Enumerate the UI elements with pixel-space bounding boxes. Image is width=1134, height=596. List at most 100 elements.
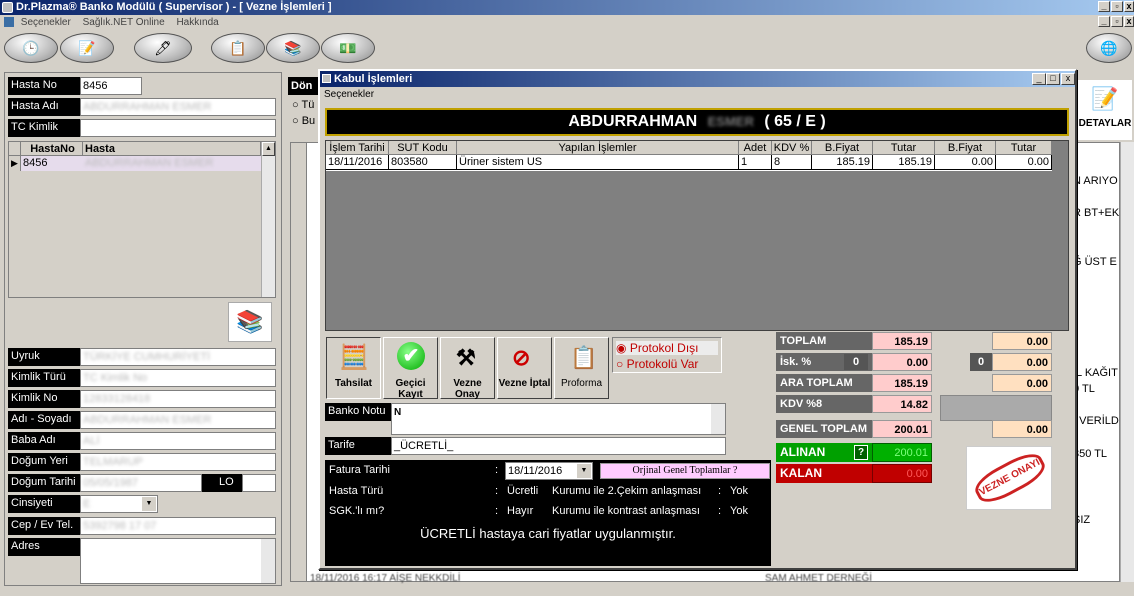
detaylar-button[interactable]: 📝 DETAYLAR: [1078, 80, 1132, 140]
toolbar-money-button[interactable]: 💵: [321, 33, 375, 63]
th-yapilan-islemler[interactable]: Yapılan İşlemler: [457, 141, 739, 155]
th-bfiyat[interactable]: B.Fiyat: [812, 141, 873, 155]
th-islem-tarihi[interactable]: İşlem Tarihi: [326, 141, 389, 155]
restore-icon[interactable]: ▫: [1111, 1, 1123, 12]
isk-pct-value-2[interactable]: 0: [970, 353, 992, 371]
lo-input[interactable]: [242, 474, 276, 492]
td-tutar: 185.19: [873, 155, 935, 170]
procedures-table: İşlem Tarihi SUT Kodu Yapılan İşlemler A…: [325, 140, 1069, 331]
menu-secenekler[interactable]: Seçenekler: [21, 17, 71, 28]
bg-bottom-row-2: SAM AHMET DERNEĞİ: [765, 573, 873, 584]
dialog-close-icon[interactable]: x: [1061, 73, 1075, 85]
grid-header-hastano[interactable]: HastaNo: [21, 142, 83, 156]
radio-tum-label: Tü: [301, 99, 315, 111]
close-icon[interactable]: x: [1124, 1, 1134, 12]
td-bfiyat-2: 0.00: [935, 155, 996, 170]
bg-bottom-row: 18/11/2016 16:17 AİŞE NEKKDİLİ: [310, 573, 461, 584]
genel-toplam-value-2: 0.00: [992, 420, 1052, 438]
radio-protokol-disi-label: Protokol Dışı: [629, 341, 699, 355]
grid-row-headers: [291, 143, 307, 581]
hasta-adi-input[interactable]: ABDURRAHMAN ESMER: [80, 98, 276, 116]
colon: :: [491, 461, 503, 480]
toolbar-report-button[interactable]: 📋: [211, 33, 265, 63]
orjinal-genel-toplamlar-button[interactable]: Orjinal Genel Toplamlar ?: [600, 463, 770, 479]
bg-text-3: Ğ ÜST E: [1073, 256, 1117, 268]
toolbar-pen-button[interactable]: 🖊: [134, 33, 192, 63]
tarife-input[interactable]: _ÜCRETLİ_: [391, 437, 726, 455]
dialog-menu-secenekler[interactable]: Seçenekler: [324, 89, 374, 101]
baba-adi-input[interactable]: ALİ: [80, 432, 276, 450]
gecici-kayit-button[interactable]: ✔ Geçici Kayıt: [383, 337, 438, 400]
globe-icon: 🌐: [1100, 39, 1118, 56]
toolbar-notes-button[interactable]: 📝: [60, 33, 114, 63]
radio-bugun[interactable]: ○ Bu: [292, 115, 315, 127]
dialog-minimize-icon[interactable]: _: [1032, 73, 1046, 85]
banko-notu-input[interactable]: N: [391, 403, 726, 435]
menu-saglik-online[interactable]: Sağlık.NET Online: [83, 17, 165, 28]
stamp-text: VEZNE ONAYI: [970, 447, 1050, 509]
th-kdv[interactable]: KDV %: [772, 141, 812, 155]
toplam-value: 185.19: [872, 332, 932, 350]
kimlik-turu-label: Kimlik Türü: [8, 369, 80, 387]
cinsiyeti-select[interactable]: E ▼: [80, 495, 158, 513]
child-close-icon[interactable]: x: [1124, 16, 1134, 27]
isk-pct-value[interactable]: 0: [844, 354, 868, 370]
isk-value-2: 0.00: [992, 353, 1052, 371]
table-row[interactable]: 18/11/2016 803580 Üriner sistem US 1 8 1…: [326, 155, 1052, 171]
kimlik-turu-input[interactable]: TC Kimlik No: [80, 369, 276, 387]
hasta-no-input[interactable]: 8456: [80, 77, 142, 95]
dogum-tarihi-input[interactable]: 05/05/1987: [80, 474, 202, 492]
tahsilat-button[interactable]: 🧮 Tahsilat: [326, 337, 381, 399]
toolbar-binders-button[interactable]: 📚: [266, 33, 320, 63]
cep-tel-input[interactable]: 5392798 17 07: [80, 517, 276, 535]
calculator-check-icon: 🧮: [339, 344, 369, 371]
grid-scrollbar[interactable]: ▲: [261, 142, 275, 297]
vezne-onay-button[interactable]: ⚒ Vezne Onay: [440, 337, 495, 400]
banko-notu-scrollbar[interactable]: [711, 404, 725, 434]
alinan-help-button[interactable]: ?: [854, 445, 868, 460]
adi-soyadi-input[interactable]: ABDURRAHMAN ESMER: [80, 411, 276, 429]
adi-soyadi-value: ABDURRAHMAN ESMER: [83, 414, 212, 426]
th-tutar-2[interactable]: Tutar: [996, 141, 1052, 155]
radio-tum[interactable]: ○ Tü: [292, 99, 314, 111]
banko-notu-label: Banko Notu: [325, 403, 391, 421]
th-tutar[interactable]: Tutar: [873, 141, 935, 155]
dialog-maximize-icon[interactable]: □: [1046, 73, 1060, 85]
grid-header-hasta[interactable]: Hasta: [83, 142, 261, 156]
kimlik-no-input[interactable]: 12833128418: [80, 390, 276, 408]
chevron-down-icon: ▼: [142, 497, 156, 511]
sgk-value: Hayır: [503, 502, 547, 521]
child-restore-icon[interactable]: ▫: [1111, 16, 1123, 27]
th-bfiyat-2[interactable]: B.Fiyat: [935, 141, 996, 155]
radio-protokol-disi[interactable]: ◉ Protokol Dışı: [616, 341, 718, 355]
th-sut-kodu[interactable]: SUT Kodu: [389, 141, 457, 155]
scroll-up-icon[interactable]: ▲: [262, 142, 275, 156]
binders-button[interactable]: 📚: [228, 302, 272, 342]
th-adet[interactable]: Adet: [739, 141, 772, 155]
minimize-icon[interactable]: _: [1098, 1, 1110, 12]
vezne-iptal-button[interactable]: ⊘ Vezne İptal: [497, 337, 552, 399]
table-row[interactable]: 8456 ABDURRAHMAN ESMER: [21, 156, 261, 171]
toolbar-clock-button[interactable]: 🕒: [4, 33, 58, 63]
adres-input[interactable]: [80, 538, 276, 584]
edit-icon: 📝: [1091, 86, 1119, 111]
td-islem: Üriner sistem US: [457, 155, 739, 170]
uyruk-input[interactable]: TÜRKİYE CUMHURİYETİ: [80, 348, 276, 366]
adres-scrollbar[interactable]: [261, 539, 275, 583]
hasta-adi-value: ABDURRAHMAN ESMER: [83, 101, 212, 113]
ara-toplam-value-2: 0.00: [992, 374, 1052, 392]
toplam-value-2: 0.00: [992, 332, 1052, 350]
fatura-tarihi-picker[interactable]: 18/11/2016 ▼: [505, 462, 593, 480]
toolbar-globe-button[interactable]: 🌐: [1086, 33, 1132, 63]
kimlik-no-label: Kimlik No: [8, 390, 80, 408]
visits-scrollbar[interactable]: [1120, 142, 1134, 582]
menu-hakkinda[interactable]: Hakkında: [176, 17, 218, 28]
tc-kimlik-input[interactable]: [80, 119, 276, 137]
dogum-yeri-input[interactable]: TELMARUP: [80, 453, 276, 471]
bg-text-2: R BT+EK: [1073, 207, 1120, 219]
radio-protokolu-var[interactable]: ○ Protokolü Var: [616, 357, 718, 371]
kalan-label: KALAN: [776, 464, 872, 483]
patient-name: ABDURRAHMAN: [568, 113, 698, 130]
proforma-button[interactable]: 📋 Proforma: [554, 337, 609, 399]
child-minimize-icon[interactable]: _: [1098, 16, 1110, 27]
